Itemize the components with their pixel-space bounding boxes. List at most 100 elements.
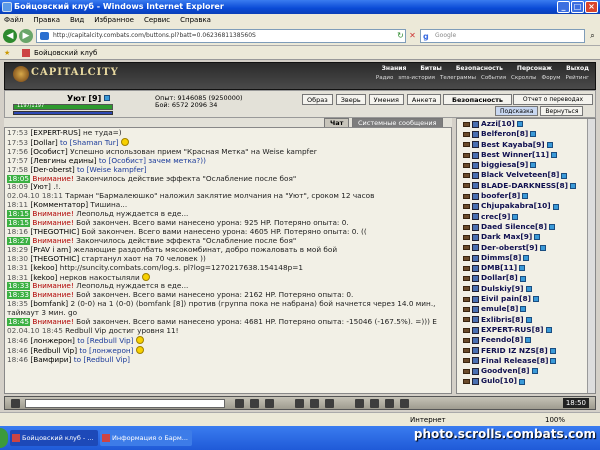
online-user[interactable]: biggiesa[9]	[463, 160, 595, 170]
online-user[interactable]: Azzi[10]	[463, 119, 595, 129]
chat-time[interactable]: 02.04.10 18:11	[7, 192, 63, 200]
chat-time[interactable]: 17:56	[7, 148, 28, 156]
profile-button[interactable]: Анкета	[406, 94, 442, 105]
info-icon[interactable]	[548, 224, 555, 231]
chat-author[interactable]: [Уют]	[30, 183, 51, 191]
online-user-name[interactable]: biggiesa[9]	[481, 160, 528, 170]
map-icon[interactable]	[385, 399, 394, 408]
online-user[interactable]: Dollar[8]	[463, 273, 595, 283]
chat-author[interactable]: [Der-oberst]	[30, 166, 74, 174]
online-user[interactable]: emule[8]	[463, 304, 595, 314]
subnav-telegrams[interactable]: Телеграммы	[440, 75, 476, 81]
info-icon[interactable]	[539, 244, 546, 251]
subnav-sms-history[interactable]: sms-история	[398, 75, 435, 81]
private-message-icon[interactable]	[463, 379, 470, 385]
chat-recipient[interactable]: to [Особист] зачем метка?))	[97, 157, 206, 165]
beast-button[interactable]: Зверь	[335, 94, 366, 105]
chat-time[interactable]: 18:15	[7, 219, 31, 228]
online-user-name[interactable]: BLADE-DARKNESS[8]	[481, 181, 568, 191]
online-user[interactable]: Chjupakabra[10]	[463, 201, 595, 211]
private-message-icon[interactable]	[463, 306, 470, 312]
online-user[interactable]: Goodven[8]	[463, 366, 595, 376]
private-message-icon[interactable]	[463, 327, 470, 333]
info-icon[interactable]	[512, 213, 519, 220]
private-message-icon[interactable]	[463, 265, 470, 271]
chat-time[interactable]: 18:46	[7, 336, 28, 345]
private-message-icon[interactable]	[463, 296, 470, 302]
private-message-icon[interactable]	[463, 152, 470, 158]
info-icon[interactable]	[533, 296, 540, 303]
online-user-name[interactable]: Final Release[8]	[481, 356, 548, 366]
chat-author[interactable]: [PrAV i am]	[30, 246, 71, 254]
online-user[interactable]: crec[9]	[463, 212, 595, 222]
subnav-rating[interactable]: Рейтинг	[565, 75, 589, 81]
chat-time[interactable]: 17:53	[7, 138, 28, 147]
info-icon[interactable]	[525, 337, 532, 344]
menu-help[interactable]: Справка	[180, 14, 211, 26]
chat-author[interactable]: [Dollar]	[30, 138, 57, 147]
back-icon[interactable]: ◀	[3, 29, 17, 43]
online-user[interactable]: BLADE-DARKNESS[8]	[463, 181, 595, 191]
online-user-name[interactable]: Eivil pain[8]	[481, 294, 531, 304]
online-user-name[interactable]: Black Velveteen[8]	[481, 170, 559, 180]
online-user-name[interactable]: Goodven[8]	[481, 366, 530, 376]
online-user[interactable]: Dark Max[9]	[463, 232, 595, 242]
info-icon[interactable]	[545, 327, 552, 334]
start-button[interactable]	[0, 428, 8, 448]
menu-favorites[interactable]: Избранное	[94, 14, 134, 26]
chat-time[interactable]: 18:33	[7, 291, 31, 300]
private-message-icon[interactable]	[463, 234, 470, 240]
chat-time[interactable]: 02.04.10 18:45	[7, 327, 63, 335]
chat-author[interactable]: [лонжерон]	[30, 336, 75, 345]
info-icon[interactable]	[546, 141, 553, 148]
info-icon[interactable]	[104, 95, 111, 101]
online-user[interactable]: Belferon[8]	[463, 129, 595, 139]
online-user-name[interactable]: Best Kayaba[9]	[481, 140, 545, 150]
info-icon[interactable]	[552, 203, 559, 210]
online-user-name[interactable]: Exlibris[8]	[481, 315, 524, 325]
online-user[interactable]: Exlibris[8]	[463, 315, 595, 325]
private-message-icon[interactable]	[463, 348, 470, 354]
taskbar-item-fightclub[interactable]: Бойцовский клуб - ...	[10, 430, 98, 446]
chat-time[interactable]: 18:45	[7, 318, 31, 327]
chat-time[interactable]: 18:31	[7, 273, 28, 282]
info-icon[interactable]	[530, 162, 537, 169]
info-icon[interactable]	[561, 172, 568, 179]
private-message-icon[interactable]	[463, 183, 470, 189]
tab-system-messages[interactable]: Системные сообщения	[352, 118, 443, 127]
chat-recipient[interactable]: to [Weise kampfer]	[75, 166, 147, 174]
nav-exit[interactable]: Выход	[566, 65, 589, 72]
chat-time[interactable]: 18:46	[7, 356, 28, 364]
settings-icon[interactable]	[370, 399, 379, 408]
chat-recipient[interactable]: to [Redbull Vip]	[71, 356, 130, 364]
chat-time[interactable]: 18:16	[7, 228, 28, 236]
menu-edit[interactable]: Правка	[33, 14, 60, 26]
security-button[interactable]: Безопасность	[443, 94, 513, 105]
online-user[interactable]: Best Winner[11]	[463, 150, 595, 160]
chat-author[interactable]: [THEGOTHIC]	[30, 228, 79, 236]
private-message-icon[interactable]	[463, 142, 470, 148]
online-user-name[interactable]: Best Winner[11]	[481, 150, 549, 160]
online-user[interactable]: FERID IZ NZS[8]	[463, 346, 595, 356]
online-user-name[interactable]: Azzi[10]	[481, 119, 515, 129]
subnav-scrolls[interactable]: Скроллы	[511, 75, 536, 81]
private-message-icon[interactable]	[463, 193, 470, 199]
menu-file[interactable]: Файл	[4, 14, 23, 26]
refresh-icon[interactable]: ↻	[395, 30, 406, 41]
online-user-name[interactable]: Gulo[10]	[481, 376, 517, 386]
private-message-icon[interactable]	[463, 276, 470, 282]
private-message-icon[interactable]	[463, 337, 470, 343]
online-user-name[interactable]: emule[8]	[481, 304, 518, 314]
info-icon[interactable]	[525, 316, 532, 323]
online-user-name[interactable]: DMB[11]	[481, 263, 517, 273]
private-message-icon[interactable]	[463, 245, 470, 251]
chat-author[interactable]: [Комментатор]	[30, 201, 88, 209]
tool-icon[interactable]	[355, 399, 364, 408]
chat-time[interactable]: 18:35	[7, 300, 28, 308]
close-button[interactable]: ×	[585, 1, 598, 13]
chat-author[interactable]: [kekoo]	[30, 273, 57, 282]
chat-time[interactable]: 18:33	[7, 282, 31, 291]
subnav-forum[interactable]: Форум	[541, 75, 560, 81]
subnav-events[interactable]: События	[481, 75, 506, 81]
fight-icon[interactable]	[325, 399, 334, 408]
